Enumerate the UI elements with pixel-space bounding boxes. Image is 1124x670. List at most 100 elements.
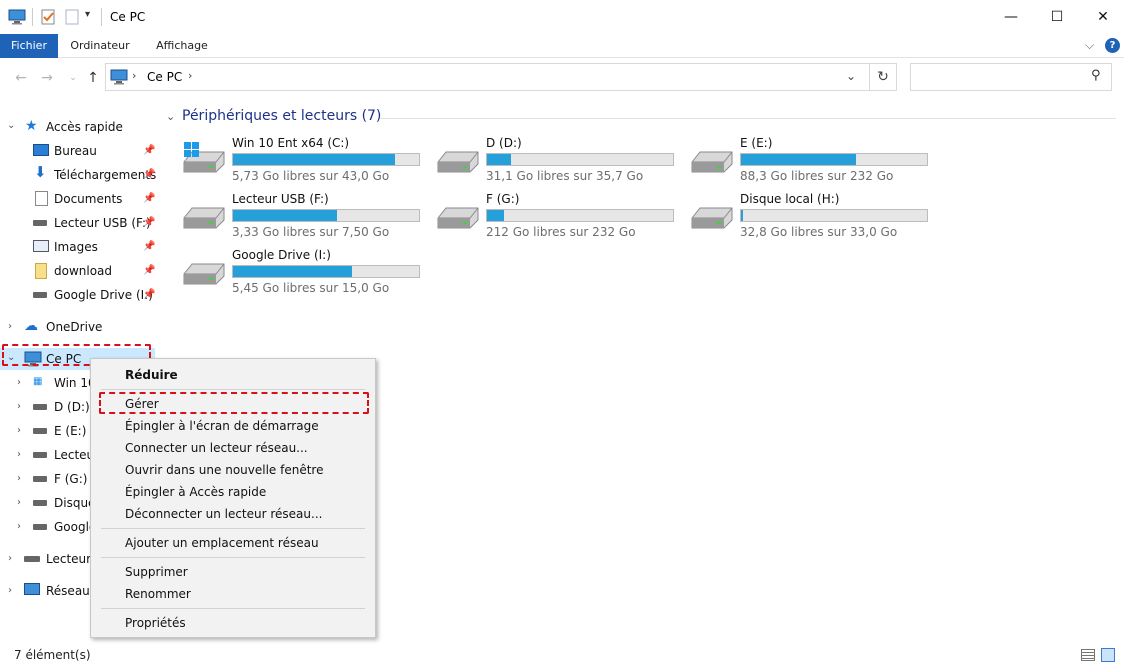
address-dropdown-icon[interactable]: ⌄ bbox=[846, 69, 856, 83]
drive-icon bbox=[33, 452, 47, 458]
back-icon[interactable]: ← bbox=[12, 68, 30, 88]
menu-item-supprimer[interactable]: Supprimer bbox=[125, 565, 188, 579]
sidebar-item-quick-access[interactable]: Accès rapide bbox=[46, 116, 123, 138]
address-bar[interactable]: › Ce PC › ⌄ bbox=[105, 63, 870, 91]
chevron-right-icon[interactable]: › bbox=[8, 321, 12, 332]
sidebar-item-google-drive[interactable]: Google Drive (I:) bbox=[54, 284, 153, 306]
drive-usage-bar bbox=[740, 209, 928, 222]
pin-icon[interactable]: 📌 bbox=[143, 169, 155, 180]
sidebar-item-download[interactable]: download bbox=[54, 260, 112, 282]
drive-icon bbox=[33, 500, 47, 506]
documents-icon bbox=[35, 191, 48, 206]
chevron-right-icon[interactable]: › bbox=[8, 585, 12, 596]
chevron-right-icon[interactable]: › bbox=[17, 425, 21, 436]
pin-icon[interactable]: 📌 bbox=[143, 193, 155, 204]
menu-item-epingler-demarrage[interactable]: Épingler à l'écran de démarrage bbox=[125, 419, 319, 433]
sidebar-item-bureau[interactable]: Bureau bbox=[54, 140, 97, 162]
refresh-icon: ↻ bbox=[877, 69, 889, 85]
drive-tile[interactable]: Google Drive (I:) 5,45 Go libres sur 15,0… bbox=[182, 248, 432, 298]
ribbon: Fichier Ordinateur Affichage ⌵ ? bbox=[0, 34, 1124, 58]
pin-icon[interactable]: 📌 bbox=[143, 265, 155, 276]
star-icon: ★ bbox=[25, 118, 38, 134]
customize-toolbar-icon[interactable]: ▾ bbox=[85, 9, 90, 20]
sidebar-item-f[interactable]: F (G:) bbox=[54, 468, 87, 490]
drive-icon bbox=[33, 524, 47, 530]
new-folder-icon[interactable] bbox=[64, 9, 80, 25]
sidebar-item-telechargements[interactable]: Téléchargements bbox=[54, 164, 156, 186]
expand-ribbon-icon[interactable]: ⌵ bbox=[1085, 38, 1094, 53]
sidebar-item-lecteur-usb[interactable]: Lecteur USB (F:) bbox=[54, 212, 151, 234]
up-icon[interactable]: ↑ bbox=[84, 68, 102, 88]
menu-item-renommer[interactable]: Renommer bbox=[125, 587, 191, 601]
drive-name: Win 10 Ent x64 (C:) bbox=[232, 136, 350, 150]
sidebar-item-documents[interactable]: Documents bbox=[54, 188, 122, 210]
large-icons-view-icon[interactable] bbox=[1101, 648, 1115, 662]
hard-drive-icon bbox=[182, 198, 226, 234]
drive-tile[interactable]: D (D:) 31,1 Go libres sur 35,7 Go bbox=[436, 136, 686, 186]
desktop-icon bbox=[33, 144, 49, 156]
chevron-right-icon[interactable]: › bbox=[17, 497, 21, 508]
close-button[interactable]: ✕ bbox=[1080, 0, 1124, 34]
details-view-icon[interactable] bbox=[1081, 649, 1095, 661]
drive-usage-bar bbox=[232, 209, 420, 222]
menu-item-epingler-acces-rapide[interactable]: Épingler à Accès rapide bbox=[125, 485, 266, 499]
forward-icon[interactable]: → bbox=[38, 68, 56, 88]
menu-item-ajouter-emplacement[interactable]: Ajouter un emplacement réseau bbox=[125, 536, 319, 550]
menu-item-connecter-lecteur[interactable]: Connecter un lecteur réseau... bbox=[125, 441, 308, 455]
group-title[interactable]: Périphériques et lecteurs (7) bbox=[182, 108, 381, 124]
computer-icon bbox=[110, 69, 128, 85]
chevron-right-icon[interactable]: › bbox=[17, 401, 21, 412]
pin-icon[interactable]: 📌 bbox=[143, 241, 155, 252]
pin-icon[interactable]: 📌 bbox=[143, 289, 155, 300]
maximize-button[interactable]: ☐ bbox=[1034, 0, 1080, 34]
pin-icon[interactable]: 📌 bbox=[143, 217, 155, 228]
help-icon[interactable]: ? bbox=[1105, 38, 1120, 53]
drive-free-space: 5,73 Go libres sur 43,0 Go bbox=[232, 169, 390, 183]
sidebar-item-e[interactable]: E (E:) bbox=[54, 420, 86, 442]
chevron-right-icon[interactable]: › bbox=[17, 449, 21, 460]
menu-item-nouvelle-fenetre[interactable]: Ouvrir dans une nouvelle fenêtre bbox=[125, 463, 323, 477]
sidebar-item-d[interactable]: D (D:) bbox=[54, 396, 90, 418]
drive-usage-fill bbox=[741, 154, 856, 165]
folder-icon bbox=[35, 263, 47, 279]
minimize-button[interactable]: — bbox=[988, 0, 1034, 34]
drive-tile[interactable]: Win 10 Ent x64 (C:) 5,73 Go libres sur 43… bbox=[182, 136, 432, 186]
chevron-right-icon[interactable]: › bbox=[8, 553, 12, 564]
search-input[interactable]: ⚲ bbox=[910, 63, 1112, 91]
tab-fichier[interactable]: Fichier bbox=[0, 34, 58, 58]
chevron-down-icon[interactable]: ⌄ bbox=[7, 120, 15, 131]
windows-drive-icon bbox=[182, 142, 226, 178]
breadcrumb-separator-icon[interactable]: › bbox=[132, 69, 136, 82]
drive-icon bbox=[33, 220, 47, 226]
network-icon bbox=[24, 583, 40, 595]
breadcrumb-this-pc[interactable]: Ce PC bbox=[147, 70, 182, 84]
menu-item-reduire[interactable]: Réduire bbox=[125, 368, 178, 382]
pin-icon[interactable]: 📌 bbox=[143, 145, 155, 156]
menu-item-proprietes[interactable]: Propriétés bbox=[125, 616, 186, 630]
drive-tile[interactable]: Lecteur USB (F:) 3,33 Go libres sur 7,50 … bbox=[182, 192, 432, 242]
properties-icon[interactable] bbox=[40, 9, 56, 25]
breadcrumb-separator-icon[interactable]: › bbox=[188, 69, 192, 82]
cloud-icon: ☁ bbox=[24, 318, 38, 334]
menu-item-deconnecter-lecteur[interactable]: Déconnecter un lecteur réseau... bbox=[125, 507, 322, 521]
drive-usage-bar bbox=[486, 153, 674, 166]
drive-icon bbox=[24, 556, 40, 562]
sidebar-item-onedrive[interactable]: OneDrive bbox=[46, 316, 102, 338]
sidebar-item-network[interactable]: Réseau bbox=[46, 580, 90, 602]
sidebar-item-images[interactable]: Images bbox=[54, 236, 98, 258]
tab-ordinateur[interactable]: Ordinateur bbox=[60, 34, 140, 58]
recent-locations-icon[interactable]: ⌄ bbox=[64, 68, 82, 88]
tab-affichage[interactable]: Affichage bbox=[146, 34, 218, 58]
chevron-right-icon[interactable]: › bbox=[17, 377, 21, 388]
group-collapse-icon[interactable]: ⌄ bbox=[166, 110, 175, 123]
context-menu: Réduire Gérer Épingler à l'écran de déma… bbox=[90, 358, 376, 638]
drive-name: E (E:) bbox=[740, 136, 773, 150]
drive-tile[interactable]: E (E:) 88,3 Go libres sur 232 Go bbox=[690, 136, 940, 186]
menu-separator bbox=[101, 557, 365, 558]
drive-tile[interactable]: F (G:) 212 Go libres sur 232 Go bbox=[436, 192, 686, 242]
refresh-button[interactable]: ↻ bbox=[869, 63, 897, 91]
drive-tile[interactable]: Disque local (H:) 32,8 Go libres sur 33,0… bbox=[690, 192, 940, 242]
chevron-right-icon[interactable]: › bbox=[17, 473, 21, 484]
hard-drive-icon bbox=[182, 254, 226, 290]
chevron-right-icon[interactable]: › bbox=[17, 521, 21, 532]
